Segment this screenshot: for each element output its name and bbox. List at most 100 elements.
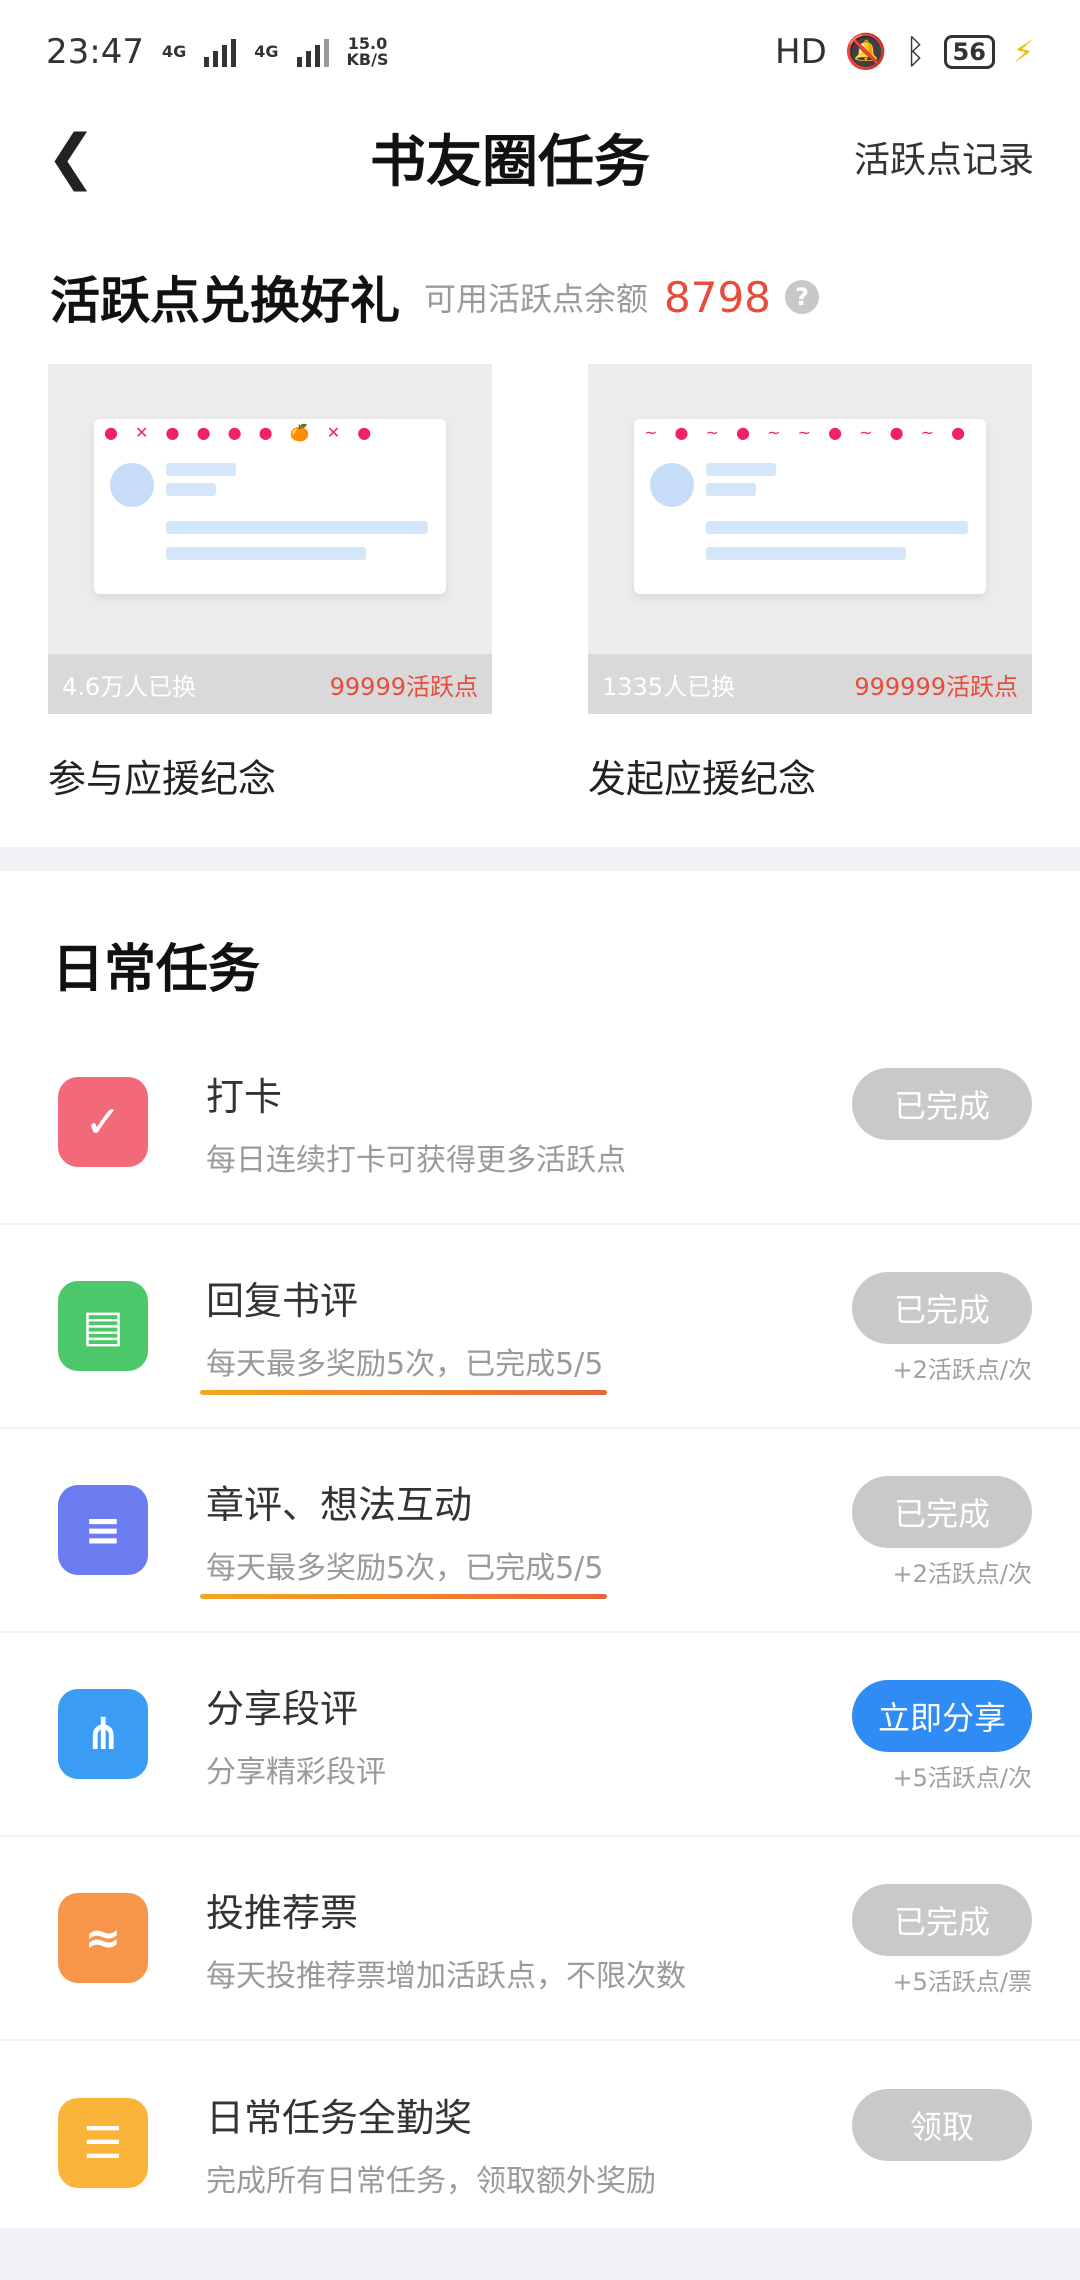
gift-item[interactable]: ~ ● ~ ● ~ ~ ● ~ ● ~ ● 🚩 ~ 1335人已换 999999…	[588, 364, 1032, 803]
task-button[interactable]: 领取	[852, 2089, 1032, 2161]
task-row: ⋔ 分享段评分享精彩段评 立即分享 +5活跃点/次	[0, 1633, 1080, 1837]
task-row: ☰ 日常任务全勤奖 完成所有日常任务，领取额外奖励 领取	[0, 2041, 1080, 2245]
header: ❮ 书友圈任务 活跃点记录	[0, 104, 1080, 210]
document-icon: ≡	[58, 1485, 148, 1575]
status-left: 23:47 4G 4G 15.0 KB/S	[46, 32, 388, 72]
placeholder-line	[706, 547, 906, 560]
task-row: ✓ 打卡 每日连续打卡可获得更多活跃点 已完成	[0, 1021, 1080, 1225]
task-row: ≈ 投推荐票 每天投推荐票增加活跃点，不限次数 已完成 +5活跃点/票	[0, 1837, 1080, 2041]
gift-exchanged-count: 4.6万人已换	[62, 672, 197, 701]
task-text: 打卡每日连续打卡可获得更多活跃点	[206, 1066, 852, 1179]
daily-tasks-title: 日常任务	[52, 940, 261, 1000]
task-button[interactable]: 已完成	[852, 1068, 1032, 1140]
task-name: 日常任务全勤奖	[206, 2095, 473, 2140]
task-action: 已完成 +2活跃点/次	[852, 1272, 1032, 1384]
task-description: 每天最多奖励5次，已完成5/5	[199, 1339, 608, 1395]
task-action: 已完成	[852, 1068, 1032, 1176]
task-text: 章评、想法互动每天最多奖励5次，已完成5/5	[199, 1474, 852, 1599]
task-button[interactable]: 立即分享	[852, 1680, 1032, 1752]
status-right: HD 🔕 ᛒ 56 ⚡	[775, 32, 1034, 72]
task-name: 分享段评	[206, 1686, 359, 1731]
placeholder-line	[166, 483, 216, 496]
battery-icon: 56	[943, 35, 995, 69]
chevron-left-icon: ❮	[46, 122, 97, 192]
avatar-placeholder	[110, 463, 154, 507]
task-action: 领取	[852, 2089, 1032, 2197]
bluetooth-icon: ᛒ	[905, 32, 926, 72]
gift-list: ● ✕ ● ● ● ● 🍊 ✕ ● 4.6万人已换 99999活跃点 参与应援纪…	[0, 364, 1080, 803]
task-text: 日常任务全勤奖完成所有日常任务，领取额外奖励	[206, 2087, 852, 2200]
network-speed: 15.0 KB/S	[346, 34, 389, 69]
task-text: 回复书评每天最多奖励5次，已完成5/5	[199, 1270, 852, 1395]
placeholder-line	[166, 463, 236, 476]
signal-icon-2	[296, 37, 329, 67]
task-action: 已完成 +5活跃点/票	[852, 1884, 1032, 1996]
task-button[interactable]: 已完成	[852, 1272, 1032, 1344]
task-list: ✓ 打卡 每日连续打卡可获得更多活跃点 已完成 ▤ 回复书评 每天最多奖励5次，已完成5/5…	[0, 1021, 1080, 2245]
gift-card: ~ ● ~ ● ~ ~ ● ~ ● ~ ● 🚩 ~ 1335人已换 999999…	[588, 364, 1032, 714]
gift-item[interactable]: ● ✕ ● ● ● ● 🍊 ✕ ● 4.6万人已换 99999活跃点 参与应援纪…	[48, 364, 492, 803]
share-icon: ⋔	[58, 1689, 148, 1779]
chat-bubble-icon: ▤	[58, 1281, 148, 1371]
gift-name: 发起应援纪念	[588, 757, 817, 801]
task-action: 立即分享 +5活跃点/次	[852, 1680, 1032, 1792]
network-type-2: 4G	[254, 42, 279, 61]
placeholder-line	[166, 521, 428, 534]
task-row: ▤ 回复书评 每天最多奖励5次，已完成5/5 已完成 +2活跃点/次	[0, 1225, 1080, 1429]
task-name: 章评、想法互动	[206, 1482, 473, 1527]
clock: 23:47	[46, 32, 144, 72]
task-name: 投推荐票	[206, 1890, 359, 1935]
task-button[interactable]: 已完成	[852, 1476, 1032, 1548]
activity-record-link[interactable]: 活跃点记录	[834, 131, 1034, 183]
bottom-strip	[0, 2228, 1080, 2280]
signal-icon	[204, 37, 237, 67]
page-title: 书友圈任务	[370, 129, 650, 195]
gift-preview: ~ ● ~ ● ~ ~ ● ~ ● ~ ● 🚩 ~	[634, 419, 986, 594]
task-text: 投推荐票每天投推荐票增加活跃点，不限次数	[206, 1882, 852, 1995]
placeholder-line	[706, 463, 776, 476]
gift-points: 99999活跃点	[329, 672, 478, 701]
task-reward: +2活跃点/次	[892, 1560, 1032, 1588]
task-description: 每日连续打卡可获得更多活跃点	[206, 1142, 626, 1178]
status-bar: 23:47 4G 4G 15.0 KB/S HD 🔕 ᛒ 56 ⚡	[0, 0, 1080, 104]
task-row: ≡ 章评、想法互动 每天最多奖励5次，已完成5/5 已完成 +2活跃点/次	[0, 1429, 1080, 1633]
gift-name: 参与应援纪念	[48, 757, 277, 801]
mute-icon: 🔕	[844, 32, 888, 72]
task-reward: +5活跃点/票	[892, 1968, 1032, 1996]
task-description: 每天投推荐票增加活跃点，不限次数	[206, 1958, 686, 1994]
balance-value: 8798	[664, 272, 771, 322]
task-description: 每天最多奖励5次，已完成5/5	[199, 1543, 608, 1599]
placeholder-line	[706, 521, 968, 534]
confetti-decoration: ~ ● ~ ● ~ ~ ● ~ ● ~ ● 🚩 ~	[644, 423, 976, 442]
placeholder-line	[706, 483, 756, 496]
gift-preview: ● ✕ ● ● ● ● 🍊 ✕ ●	[94, 419, 446, 594]
gift-footer: 4.6万人已换 99999活跃点	[48, 654, 492, 714]
back-button[interactable]: ❮	[46, 122, 186, 192]
list-icon: ☰	[58, 2098, 148, 2188]
network-type-1: 4G	[161, 42, 187, 61]
task-description: 完成所有日常任务，领取额外奖励	[206, 2163, 656, 2199]
section-divider	[0, 847, 1080, 871]
task-name: 回复书评	[206, 1278, 359, 1323]
gift-exchanged-count: 1335人已换	[602, 672, 736, 701]
charging-icon: ⚡	[1012, 34, 1034, 70]
placeholder-line	[166, 547, 366, 560]
redeem-header: 活跃点兑换好礼 可用活跃点余额 8798 ?	[0, 252, 1080, 342]
avatar-placeholder	[650, 463, 694, 507]
redeem-title: 活跃点兑换好礼	[50, 272, 400, 330]
task-name: 打卡	[206, 1074, 283, 1119]
task-action: 已完成 +2活跃点/次	[852, 1476, 1032, 1588]
ticket-icon: ≈	[58, 1893, 148, 1983]
task-reward: +2活跃点/次	[892, 1356, 1032, 1384]
task-reward: +5活跃点/次	[892, 1764, 1032, 1792]
gift-points: 999999活跃点	[854, 672, 1018, 701]
task-description: 分享精彩段评	[206, 1754, 386, 1790]
hd-indicator: HD	[775, 32, 827, 72]
gift-card: ● ✕ ● ● ● ● 🍊 ✕ ● 4.6万人已换 99999活跃点	[48, 364, 492, 714]
question-icon[interactable]: ?	[784, 280, 819, 314]
confetti-decoration: ● ✕ ● ● ● ● 🍊 ✕ ●	[104, 423, 378, 442]
balance-label: 可用活跃点余额	[424, 280, 649, 318]
task-button[interactable]: 已完成	[852, 1884, 1032, 1956]
calendar-check-icon: ✓	[58, 1077, 148, 1167]
gift-footer: 1335人已换 999999活跃点	[588, 654, 1032, 714]
